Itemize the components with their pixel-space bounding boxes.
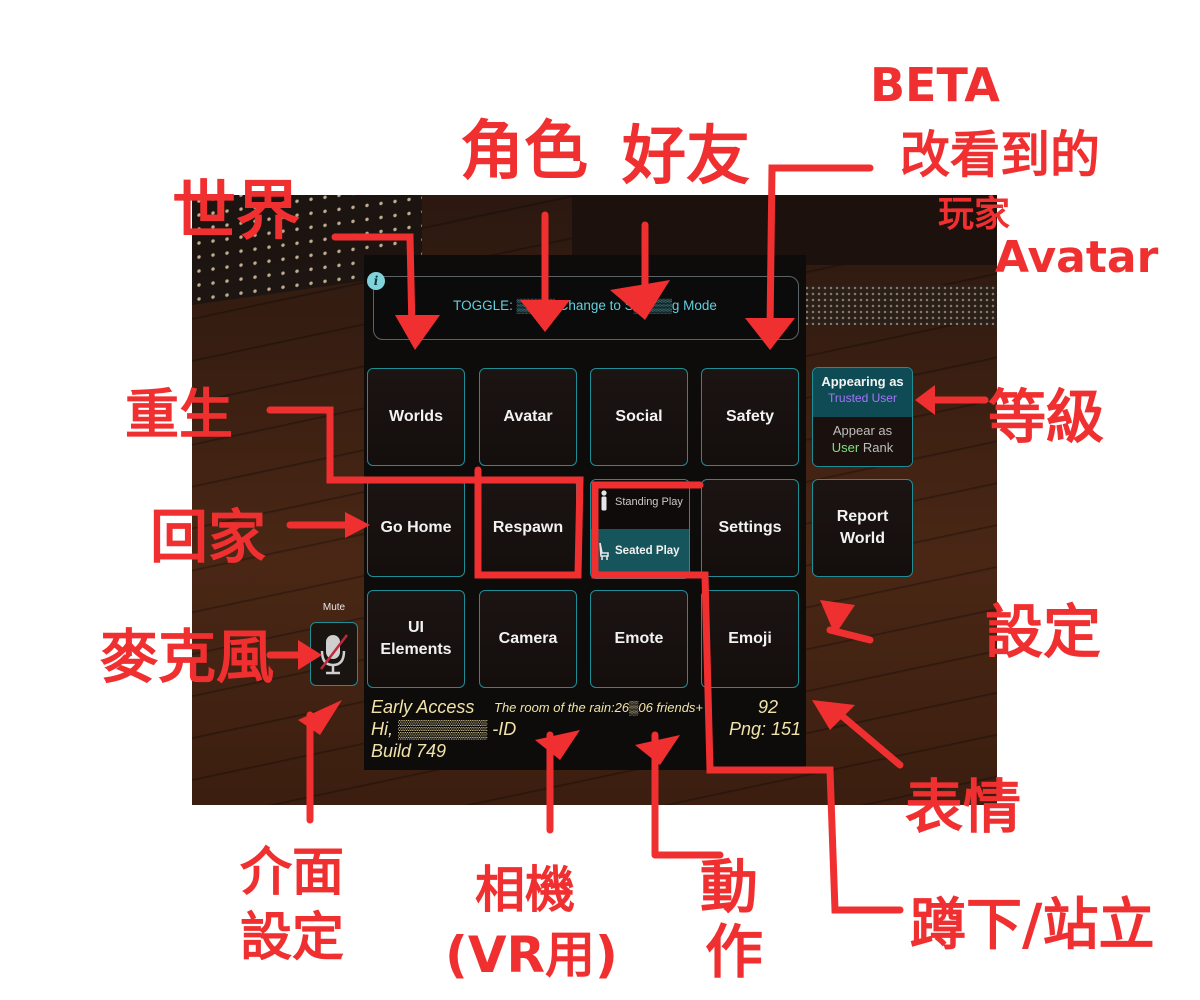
annotation-mic: 麥克風 — [100, 623, 275, 691]
annotation-ui-line1: 介面 — [240, 843, 345, 903]
report-label-line2: World — [839, 530, 886, 547]
social-label: Social — [615, 408, 663, 425]
safety-button[interactable]: Safety — [701, 368, 799, 466]
annotation-settings: 設定 — [985, 598, 1102, 666]
report-world-button[interactable]: Report World — [812, 479, 913, 577]
respawn-label: Respawn — [492, 519, 564, 536]
avatar-label: Avatar — [503, 408, 553, 425]
respawn-button[interactable]: Respawn — [479, 479, 577, 577]
emote-label: Emote — [614, 630, 664, 647]
social-button[interactable]: Social — [590, 368, 688, 466]
appear-as-label: Appear as — [832, 423, 893, 438]
annotation-avatar: 角色 — [460, 115, 588, 189]
standing-play-label: Standing Play — [615, 496, 683, 508]
annotation-safety-line2: 玩家 — [938, 194, 1011, 235]
standing-play-option[interactable]: Standing Play — [591, 480, 689, 529]
rank-current: Appearing as Trusted User — [813, 368, 912, 417]
ui-elements-label-line2: Elements — [380, 641, 452, 658]
settings-button[interactable]: Settings — [701, 479, 799, 577]
mute-button[interactable] — [310, 622, 358, 686]
report-label-line1: Report — [836, 508, 889, 525]
ui-elements-label-line1: UI — [407, 619, 424, 636]
annotation-social: 好友 — [622, 120, 750, 194]
go-home-label: Go Home — [380, 519, 452, 536]
seated-play-label: Seated Play — [615, 545, 680, 557]
player-count: 92 — [758, 697, 779, 717]
safety-label: Safety — [725, 408, 775, 425]
camera-label: Camera — [498, 630, 558, 647]
mic-muted-icon — [320, 634, 348, 675]
avatar-button[interactable]: Avatar — [479, 368, 577, 466]
early-access-label: Early Access — [371, 697, 475, 717]
worlds-label: Worlds — [389, 408, 443, 425]
annotation-emote-line2: 作 — [705, 918, 764, 986]
ping-readout: Png: 151 — [729, 719, 802, 739]
appearing-as-label: Appearing as — [821, 374, 904, 389]
rank-toggle[interactable]: Appearing as Trusted User Appear as User… — [812, 367, 913, 467]
annotation-beta: BETA — [870, 58, 1000, 112]
annotation-camera-line2: (VR用) — [445, 926, 618, 984]
rank-suffix: Rank — [862, 440, 894, 455]
annotation-camera-line1: 相機 — [475, 861, 575, 919]
standing-person-icon — [601, 490, 607, 511]
annotation-rank: 等級 — [988, 383, 1105, 451]
emoji-button[interactable]: Emoji — [701, 590, 799, 688]
toggle-mode-text[interactable]: TOGGLE: ▒▒▒▒ Change to S▒▒▒▒g Mode — [373, 298, 797, 313]
annotation-worlds: 世界 — [172, 175, 300, 249]
annotation-ui-line2: 設定 — [240, 908, 345, 968]
seated-play-option[interactable]: Seated Play — [591, 529, 689, 578]
annotation-play-mode: 蹲下/站立 — [910, 893, 1155, 958]
annotation-emoji: 表情 — [905, 773, 1022, 841]
ui-elements-button[interactable]: UI Elements — [367, 590, 465, 688]
room-info: The room of the rain:26▒06 friends+ — [494, 700, 704, 715]
annotation-safety-line1: 改看到的 — [900, 126, 1100, 184]
mute-label: Mute — [322, 602, 346, 613]
seated-chair-icon — [599, 542, 609, 560]
scene-rug — [792, 285, 997, 325]
annotation-respawn: 重生 — [125, 383, 233, 446]
greeting-text: Hi, ▒▒▒▒▒▒▒ -ID — [371, 719, 517, 739]
info-icon[interactable]: i — [367, 272, 385, 290]
annotation-safety-line3: Avatar — [995, 232, 1159, 283]
emoji-label: Emoji — [728, 630, 772, 647]
annotation-go-home: 回家 — [150, 503, 267, 571]
current-rank-value: Trusted User — [828, 391, 897, 405]
go-home-button[interactable]: Go Home — [367, 479, 465, 577]
play-mode-toggle[interactable]: Standing Play Seated Play — [590, 479, 690, 579]
worlds-button[interactable]: Worlds — [367, 368, 465, 466]
user-rank-value: User — [831, 440, 860, 455]
settings-label: Settings — [718, 519, 782, 536]
camera-button[interactable]: Camera — [479, 590, 577, 688]
build-number: Build 749 — [371, 741, 447, 761]
rank-option[interactable]: Appear as User Rank — [813, 417, 912, 466]
emote-button[interactable]: Emote — [590, 590, 688, 688]
